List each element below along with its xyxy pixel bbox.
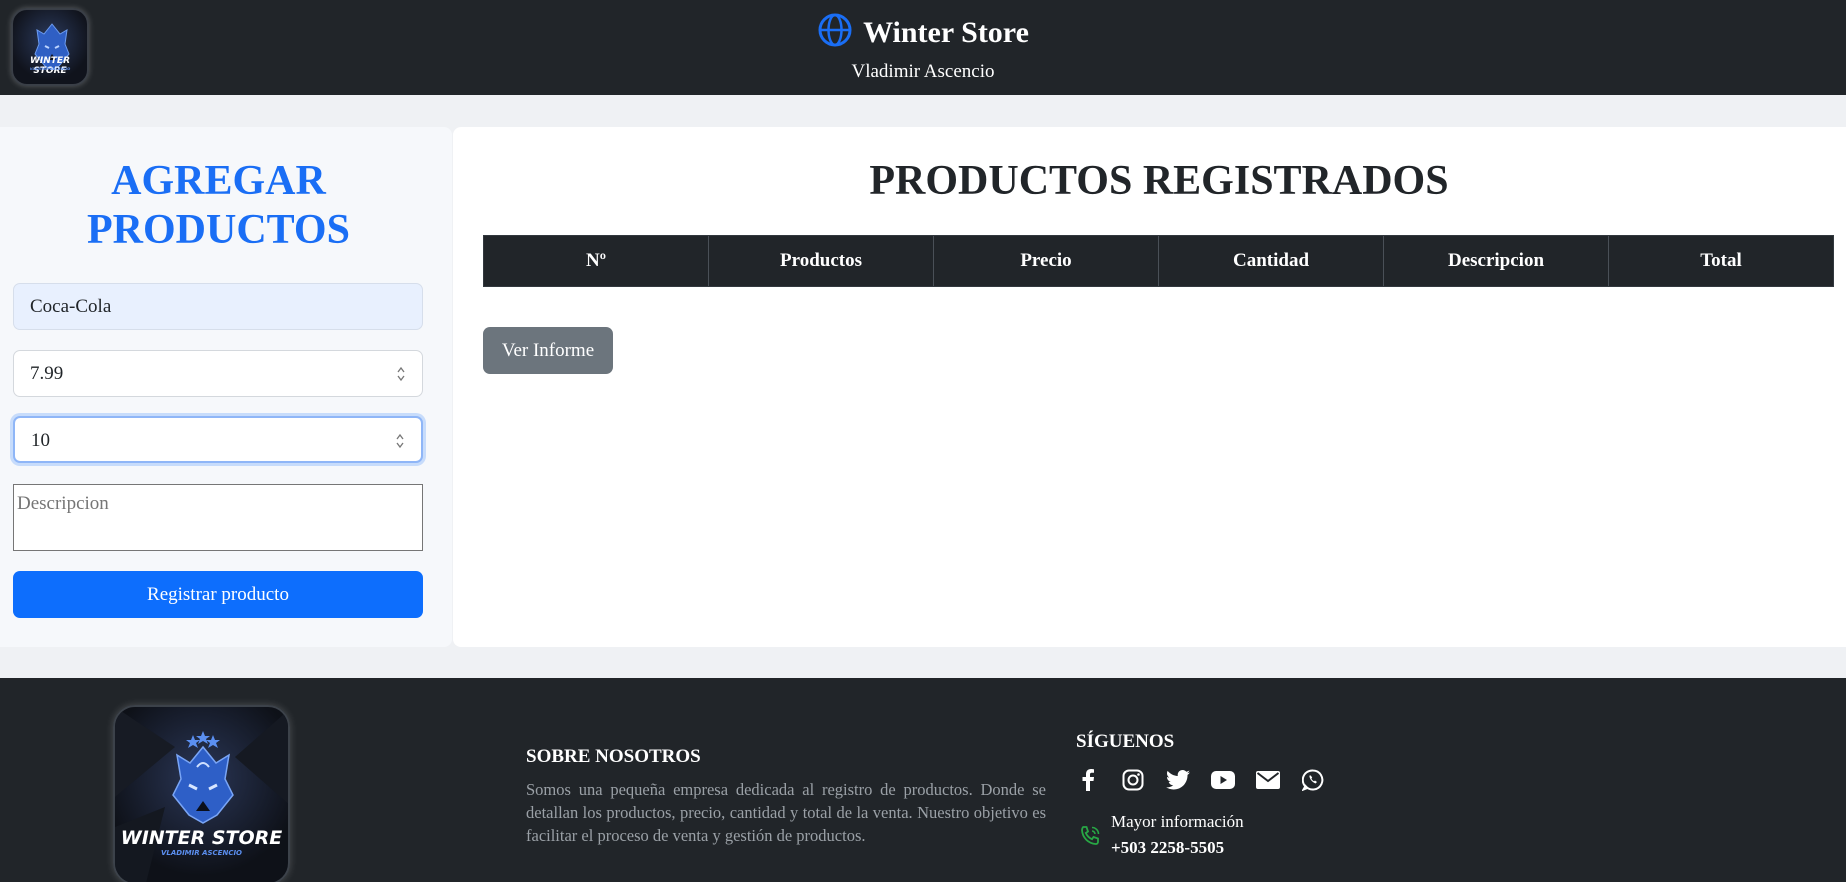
brand-subtitle: Vladimir Ascencio xyxy=(851,61,995,82)
brand-title[interactable]: Winter Store xyxy=(863,16,1029,50)
view-report-button[interactable]: Ver Informe xyxy=(483,327,613,374)
social-links xyxy=(1076,768,1325,792)
description-textarea[interactable]: Descripcion xyxy=(13,484,423,551)
brand-block: Winter Store Vladimir Ascencio xyxy=(0,12,1846,83)
column-header-description: Descripcion xyxy=(1384,236,1609,286)
price-input[interactable]: 7.99 xyxy=(13,350,423,397)
globe-icon xyxy=(817,12,853,53)
facebook-icon[interactable] xyxy=(1076,768,1100,792)
footer-logo-subtext: VLADIMIR ASCENCIO xyxy=(160,849,243,857)
spinner-icon[interactable] xyxy=(396,365,406,383)
price-value: 7.99 xyxy=(30,363,64,384)
column-header-price: Precio xyxy=(934,236,1159,286)
contact-label: Mayor información xyxy=(1111,812,1244,831)
contact-phone[interactable]: +503 2258-5505 xyxy=(1111,838,1224,858)
column-header-total: Total xyxy=(1700,250,1742,271)
add-product-title-line2: PRODUCTOS xyxy=(87,207,350,253)
column-header-products: Productos xyxy=(709,236,934,286)
top-navbar: WINTER STORE VLADIMIR ASCENCIO Winter St… xyxy=(0,0,1846,95)
footer: WINTER STORE VLADIMIR ASCENCIO SOBRE NOS… xyxy=(0,678,1846,882)
footer-logo: WINTER STORE VLADIMIR ASCENCIO xyxy=(113,705,290,882)
add-product-title: AGREGAR PRODUCTOS xyxy=(0,157,437,255)
product-name-value: Coca-Cola xyxy=(30,296,112,317)
description-placeholder: Descripcion xyxy=(17,493,109,514)
column-header-number: Nº xyxy=(484,236,709,286)
follow-title: SÍGUENOS xyxy=(1076,731,1175,752)
products-title: PRODUCTOS REGISTRADOS xyxy=(869,158,1449,204)
about-title: SOBRE NOSOTROS xyxy=(526,746,701,767)
products-table-header: Nº Productos Precio Cantidad Descripcion… xyxy=(483,235,1834,287)
twitter-icon[interactable] xyxy=(1166,768,1190,792)
products-panel: PRODUCTOS REGISTRADOS Nº Productos Preci… xyxy=(453,127,1846,647)
about-text: Somos una pequeña empresa dedicada al re… xyxy=(526,780,1046,845)
spinner-icon[interactable] xyxy=(395,432,405,450)
whatsapp-icon[interactable] xyxy=(1301,768,1325,792)
instagram-icon[interactable] xyxy=(1121,768,1145,792)
column-header-quantity: Cantidad xyxy=(1159,236,1384,286)
product-name-input[interactable]: Coca-Cola xyxy=(13,283,423,330)
quantity-input[interactable]: 10 xyxy=(13,416,423,463)
register-product-button[interactable]: Registrar producto xyxy=(13,571,423,618)
email-icon[interactable] xyxy=(1256,768,1280,792)
youtube-icon[interactable] xyxy=(1211,768,1235,792)
quantity-value: 10 xyxy=(31,430,50,451)
add-product-title-line1: AGREGAR xyxy=(111,158,326,204)
footer-logo-text: WINTER STORE xyxy=(120,827,283,849)
phone-icon xyxy=(1081,826,1100,845)
